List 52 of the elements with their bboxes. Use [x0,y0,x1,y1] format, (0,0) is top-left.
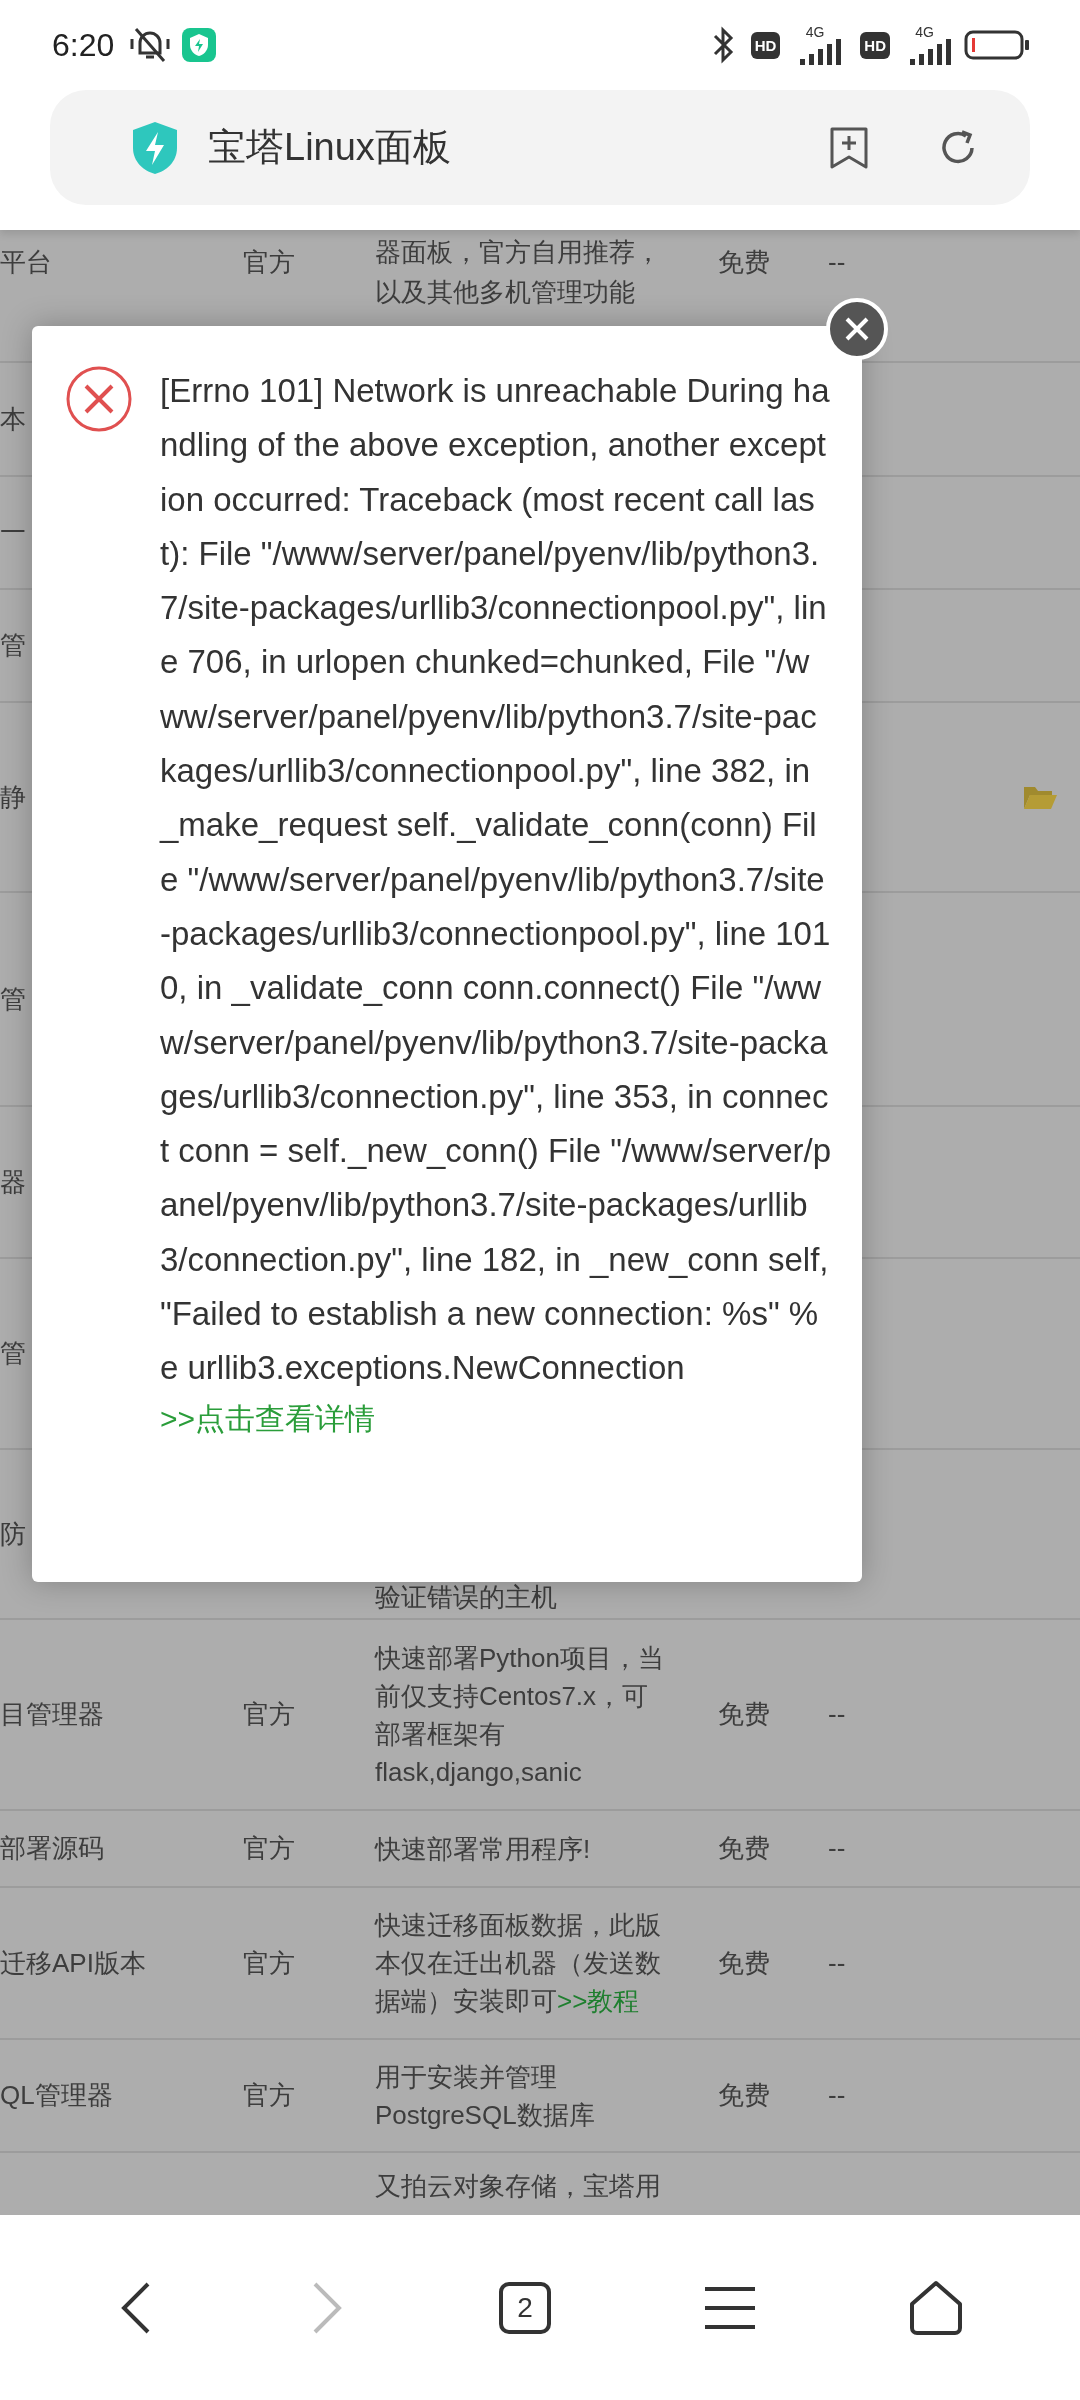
error-icon [64,364,134,434]
status-time: 6:20 [52,26,115,64]
hd-badge: HD [750,31,781,59]
plugin-name: 部署源码 [0,1833,104,1863]
plugin-price: 免费 [718,1947,770,1978]
plugin-description: 快速部署Python项目，当前仅支持Centos7.x，可部署框架有 flask,django,sanic [375,1642,664,1787]
plugin-description: 验证错误的主机 [375,1582,557,1612]
plugin-name: 防 [0,1518,26,1549]
plugin-name: 一 [0,517,26,547]
plugin-name: 管 [0,1338,26,1368]
plugin-name: 器 [0,1166,26,1197]
page-title: 宝塔Linux面板 [208,125,451,170]
plugin-description: 快速部署常用程序! [375,1833,591,1864]
plugin-price: 免费 [718,2080,770,2110]
network-type: 4G [805,25,825,39]
plugin-description: 用于安装并管理PostgreSQL数据库 [375,2061,595,2130]
shield-logo-icon [130,119,180,176]
address-bar[interactable]: 宝塔Linux面板 [50,90,1030,205]
plugin-description: 又拍云对象存储，宝塔用 [375,2171,661,2201]
plugin-name: 迁移API版本 [0,1947,146,1978]
plugin-description: 器面板，官方自用推荐，以及其他多机管理功能 [375,237,661,307]
plugin-action: -- [828,1699,846,1729]
network-type: 4G [915,25,934,39]
plugin-name: 管 [0,983,26,1014]
home-icon[interactable] [908,2279,965,2336]
tabs-button[interactable]: 2 [499,2281,551,2334]
plugin-action: -- [828,247,846,277]
plugin-price: 免费 [718,1833,770,1863]
battery-icon [964,29,1030,61]
plugin-source: 官方 [243,247,295,277]
plugin-source: 官方 [243,1699,295,1729]
plugin-action: -- [828,1947,846,1978]
plugin-price: 免费 [718,1699,770,1729]
plugin-name: 平台 [0,247,52,277]
shield-app-icon [182,28,217,62]
muted-bell-icon [128,25,173,65]
plugin-name: 目管理器 [0,1699,104,1729]
plugin-description: 快速迁移面板数据，此版本仅在迁出机器（发送数据端）安装即可>>教程 [375,1910,661,2016]
plugin-action: -- [828,2080,846,2110]
plugin-name: 静 [0,781,26,812]
plugin-source: 官方 [243,2080,295,2110]
error-message: [Errno 101] Network is unreachable During handling of the above exception, another exception occurred: Traceback (most recent call last): File "/www/server/panel/pyenv/lib/python3.7/site-packages/urllib3/connectionpool.py", line 706, in urlopen chunked=chunked, File "/www/server/panel/pyenv/lib/python3.7/site-packages/urllib3/connectionpool.py", line 382, in _make_request self._validate_conn(conn) File "/www/server/panel/pyenv/lib/python3.7/site-packages/urllib3/connectionpool.py", line 1010, in _validate_conn conn.connect() File "/www/server/panel/pyenv/lib/python3.7/site-packages/urllib3/connection.py", line 353, in connect conn = self._new_conn() File "/www/server/panel/pyenv/lib/python3.7/site-packages/urllib3/connection.py", line 182, in _new_conn self, "Failed to establish a new connection: %s" % e urllib3.exceptions.NewConnection [160,371,832,1389]
plugin-name: 管 [0,630,26,660]
menu-icon[interactable] [702,2284,757,2331]
plugin-action: -- [828,1833,846,1863]
plugin-name: 本 [0,403,26,434]
plugin-source: 官方 [243,1833,295,1863]
plugin-source: 官方 [243,1947,295,1978]
plugin-name: QL管理器 [0,2080,113,2110]
hd-badge: HD [860,31,890,59]
plugin-price: 免费 [718,247,770,277]
view-details-link[interactable]: >>点击查看详情 [160,1395,376,1442]
